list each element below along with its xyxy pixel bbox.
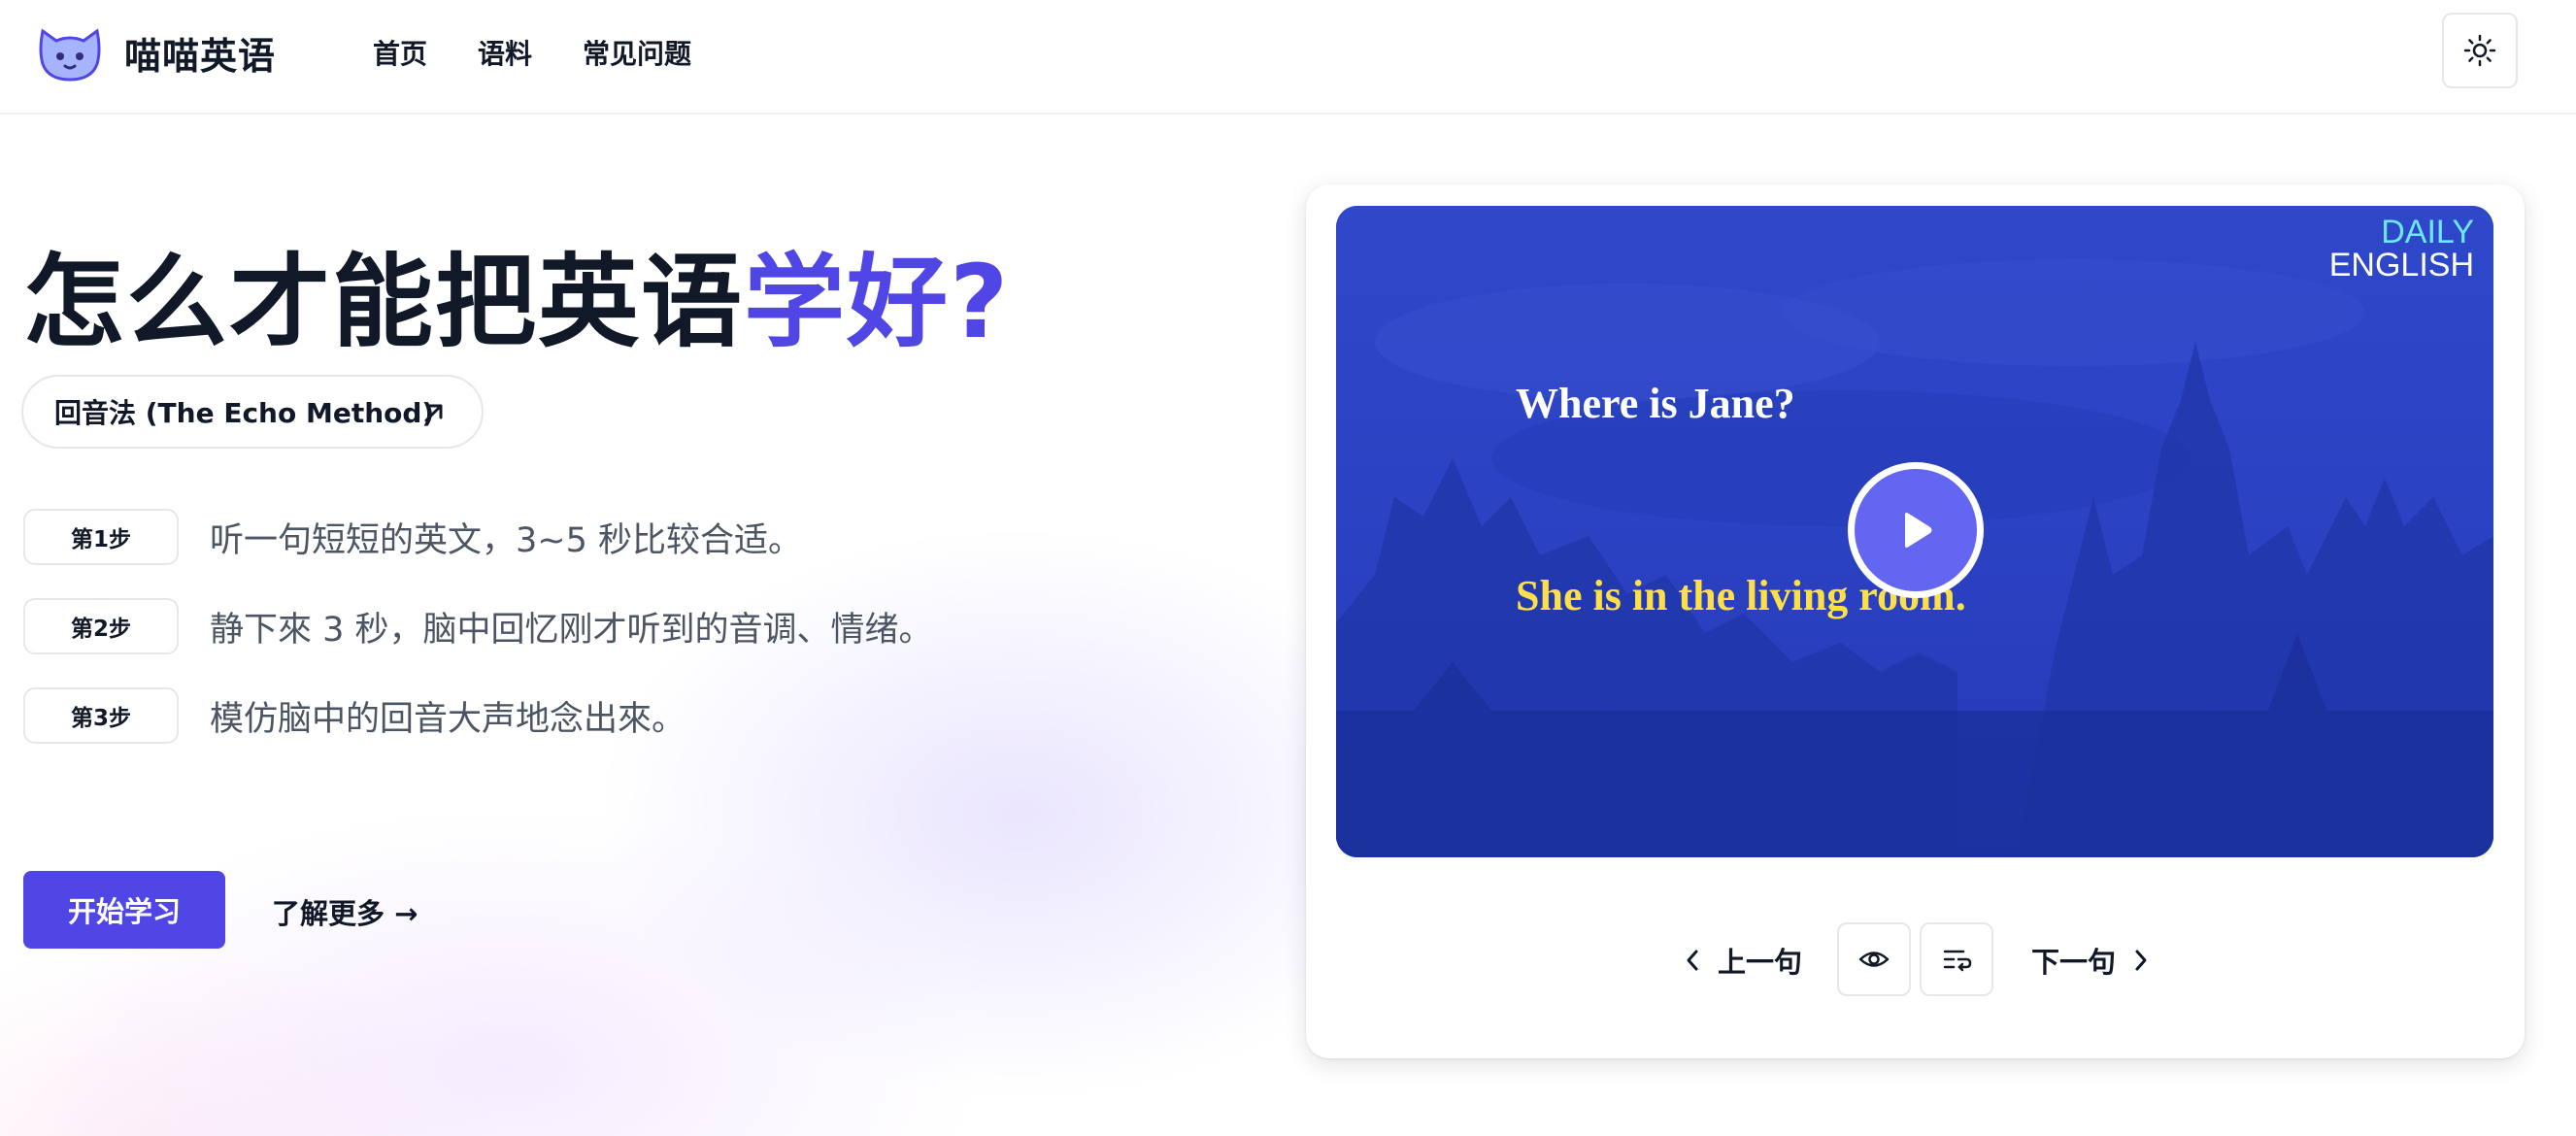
cat-logo-icon bbox=[39, 28, 101, 82]
step-item: 第3步 模仿脑中的回音大声地念出來。 bbox=[23, 687, 686, 744]
next-label: 下一句 bbox=[2031, 946, 2117, 979]
arrow-up-right-icon bbox=[424, 404, 443, 422]
app-name: 喵喵英语 bbox=[124, 34, 277, 78]
toggle-subtitle-button[interactable] bbox=[1837, 922, 1911, 996]
list-repeat-icon bbox=[1943, 950, 1972, 972]
brand-bottom-text: ENGLISH bbox=[2328, 247, 2474, 284]
play-icon bbox=[1905, 513, 1932, 548]
subtitle-question: Where is Jane? bbox=[1516, 380, 1795, 427]
daily-english-watermark: DAILY ENGLISH bbox=[2329, 216, 2474, 282]
play-button[interactable] bbox=[1848, 462, 1984, 598]
page-title: 怎么才能把英语学好? bbox=[23, 219, 1010, 366]
logo[interactable]: 喵喵英语 bbox=[35, 21, 276, 84]
step-item: 第1步 听一句短短的英文，3~5 秒比较合适。 bbox=[23, 509, 802, 565]
nav-corpus[interactable]: 语料 bbox=[478, 33, 532, 72]
video-frame[interactable]: DAILY ENGLISH Where is Jane? She is in t… bbox=[1336, 206, 2493, 857]
theme-toggle-button[interactable] bbox=[2442, 13, 2518, 88]
headline-accent: 学好? bbox=[744, 243, 1011, 361]
video-player-card: DAILY ENGLISH Where is Jane? She is in t… bbox=[1306, 184, 2525, 1058]
step-text: 模仿脑中的回音大声地念出來。 bbox=[210, 699, 686, 739]
step-badge: 第1步 bbox=[23, 509, 179, 565]
previous-label: 上一句 bbox=[1718, 946, 1803, 979]
hero-section: 怎么才能把英语学好? 回音法 (The Echo Method) 第1步 听一句… bbox=[0, 115, 1262, 1136]
nav-faq[interactable]: 常见问题 bbox=[583, 33, 691, 72]
nav-home[interactable]: 首页 bbox=[373, 33, 427, 72]
echo-method-label: 回音法 (The Echo Method) bbox=[54, 397, 435, 429]
step-badge: 第2步 bbox=[23, 598, 179, 654]
brand-top-text: DAILY bbox=[2381, 214, 2474, 251]
top-navbar: 喵喵英语 首页 语料 常见问题 bbox=[0, 0, 2576, 115]
step-badge: 第3步 bbox=[23, 687, 179, 744]
sun-icon bbox=[2463, 34, 2496, 67]
headline-main: 怎么才能把英语 bbox=[23, 243, 745, 361]
chevron-right-icon bbox=[2135, 950, 2147, 971]
learn-more-link[interactable]: 了解更多 → bbox=[272, 891, 418, 932]
next-sentence-button[interactable]: 下一句 bbox=[2031, 940, 2151, 981]
eye-icon bbox=[1858, 952, 1890, 967]
start-learning-button[interactable]: 开始学习 bbox=[23, 871, 225, 949]
player-controls: 上一句 下一句 bbox=[1306, 922, 2525, 1000]
step-text: 静下來 3 秒，脑中回忆刚才听到的音调、情绪。 bbox=[210, 610, 933, 650]
chevron-left-icon bbox=[1687, 950, 1698, 971]
main-nav: 首页 语料 常见问题 bbox=[373, 33, 691, 72]
echo-method-link[interactable]: 回音法 (The Echo Method) bbox=[21, 375, 484, 449]
repeat-mode-button[interactable] bbox=[1920, 922, 1993, 996]
previous-sentence-button[interactable]: 上一句 bbox=[1683, 940, 1802, 981]
step-text: 听一句短短的英文，3~5 秒比较合适。 bbox=[210, 520, 802, 560]
step-item: 第2步 静下來 3 秒，脑中回忆刚才听到的音调、情绪。 bbox=[23, 598, 933, 654]
